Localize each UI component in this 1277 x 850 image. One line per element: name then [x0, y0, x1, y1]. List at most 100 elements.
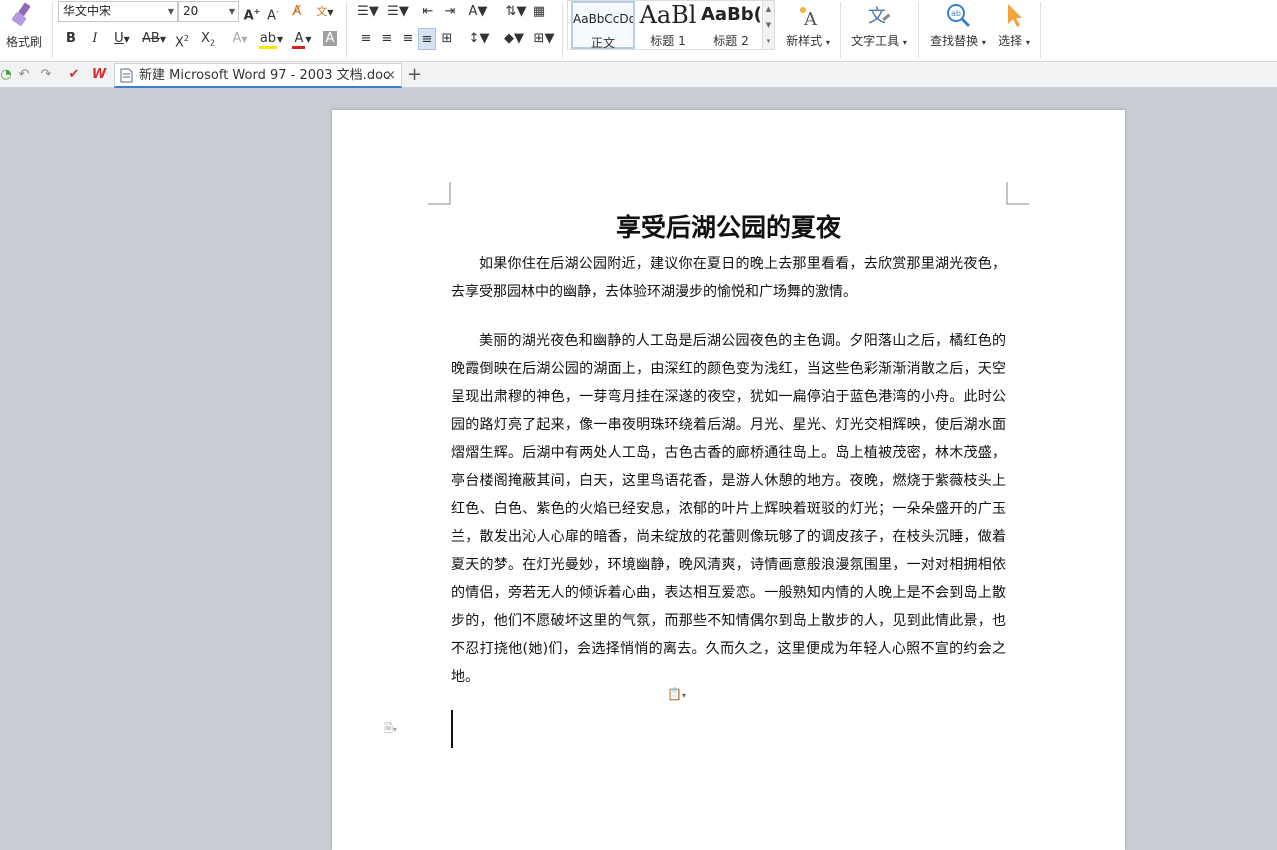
- paste-options-icon[interactable]: 📋▾: [667, 687, 686, 701]
- highlighter-icon: ab: [258, 31, 278, 49]
- bullet-list-icon: ☰: [357, 4, 369, 19]
- svg-text:文: 文: [868, 6, 886, 27]
- align-center-button[interactable]: ≡: [378, 28, 396, 50]
- shading-button[interactable]: ◆▼: [500, 28, 528, 50]
- highlight-button[interactable]: ab▼: [256, 28, 286, 50]
- numbered-list-button[interactable]: ☰▼: [384, 1, 412, 23]
- font-color-icon: A: [292, 31, 306, 49]
- expand-icon: ▾: [766, 37, 771, 45]
- distributed-button[interactable]: ⊞: [438, 28, 456, 50]
- font-name-value: 华文中宋: [63, 4, 112, 18]
- style-gallery-scroller[interactable]: ▲ ▼ ▾: [762, 1, 774, 49]
- text-tools-button[interactable]: 文 文字工具 ▾: [846, 0, 912, 58]
- text-direction-button[interactable]: A▼: [464, 1, 492, 23]
- phonetic-guide-button[interactable]: 文▼: [311, 1, 339, 23]
- format-painter-icon: [10, 2, 36, 34]
- svg-text:A: A: [803, 9, 818, 28]
- bullet-list-button[interactable]: ☰▼: [354, 1, 382, 23]
- format-painter-button[interactable]: 格式刷: [0, 0, 48, 58]
- style-preview: AaBb(: [701, 4, 761, 25]
- separator: [840, 2, 841, 58]
- new-style-button[interactable]: A 新样式 ▾: [780, 0, 836, 58]
- text-tools-label: 文字工具 ▾: [851, 34, 907, 48]
- grow-font-button[interactable]: A+: [242, 1, 262, 23]
- font-name-combo[interactable]: 华文中宋 ▼: [58, 1, 178, 22]
- style-name: 正文: [590, 36, 615, 50]
- text-cursor: [451, 710, 453, 748]
- sort-button[interactable]: ⇅▼: [502, 1, 530, 23]
- char-shading-button[interactable]: A: [320, 28, 340, 50]
- redo-icon[interactable]: ↷: [38, 65, 54, 85]
- strikethrough-button[interactable]: AB▼: [140, 28, 168, 50]
- bold-button[interactable]: B: [62, 28, 80, 50]
- char-shading-icon: A: [322, 31, 338, 46]
- document-page[interactable]: 享受后湖公园的夏夜 如果你住在后湖公园附近，建议你在夏日的晚上去那里看看，去欣赏…: [332, 110, 1125, 850]
- align-left-icon: ≡: [360, 31, 372, 46]
- underline-button[interactable]: U▼: [108, 28, 136, 50]
- outdent-icon: ⇤: [422, 4, 434, 19]
- shrink-font-button[interactable]: A-: [263, 1, 283, 23]
- style-name: 标题 2: [713, 34, 749, 48]
- chevron-up-icon: ▲: [765, 5, 772, 13]
- margin-corner-top-left: [428, 182, 451, 205]
- paragraph[interactable]: 如果你住在后湖公园附近，建议你在夏日的晚上去那里看看，去欣赏那里湖光夜色，去享受…: [451, 250, 1006, 306]
- find-replace-label: 查找替换 ▾: [930, 34, 986, 48]
- align-right-button[interactable]: ≡: [399, 28, 417, 50]
- font-size-combo[interactable]: 20 ▼: [178, 1, 239, 22]
- indent-icon: ⇥: [444, 4, 456, 19]
- clear-format-icon[interactable]: A̸: [287, 1, 307, 23]
- style-name: 标题 1: [650, 34, 686, 48]
- select-label: 选择 ▾: [998, 34, 1030, 48]
- new-tab-button[interactable]: +: [407, 64, 422, 86]
- justify-button[interactable]: ≡: [418, 28, 436, 50]
- wps-logo-icon[interactable]: W: [88, 65, 110, 85]
- increase-indent-button[interactable]: ⇥: [440, 1, 460, 23]
- line-spacing-button[interactable]: ↕▼: [465, 28, 493, 50]
- ribbon-toolbar: 格式刷 华文中宋 ▼ 20 ▼ A+ A- A̸ 文▼ B I U▼ AB▼ X…: [0, 0, 1277, 62]
- style-heading-2[interactable]: AaBb( 标题 2: [701, 1, 761, 49]
- customize-quick-access-icon[interactable]: ✔: [66, 65, 82, 85]
- sort-icon: ⇅: [505, 4, 517, 19]
- document-tab-bar: ◔ ↶ ↷ ✔ W 新建 Microsoft Word 97 - 2003 文档…: [0, 62, 1277, 88]
- font-size-value: 20: [183, 4, 199, 18]
- justify-icon: ≡: [421, 32, 433, 47]
- borders-icon: ⊞: [533, 31, 545, 46]
- separator: [1040, 2, 1041, 58]
- style-preview: AaBl: [639, 1, 697, 29]
- align-left-button[interactable]: ≡: [357, 28, 375, 50]
- chevron-down-icon: ▼: [167, 7, 174, 16]
- distributed-icon: ⊞: [441, 31, 453, 46]
- close-icon[interactable]: ×: [385, 64, 396, 87]
- find-replace-button[interactable]: ab 查找替换 ▾: [924, 0, 992, 58]
- preview-icon[interactable]: ◔: [0, 65, 12, 85]
- superscript-button[interactable]: X2: [172, 28, 192, 50]
- font-color-button[interactable]: A ▼: [288, 28, 316, 50]
- subscript-button[interactable]: X2: [198, 28, 218, 50]
- paint-bucket-icon: ◆: [504, 31, 514, 46]
- table-insert-button[interactable]: ▦: [530, 1, 548, 23]
- separator: [52, 2, 53, 58]
- decrease-indent-button[interactable]: ⇤: [418, 1, 438, 23]
- new-style-icon: A: [795, 2, 821, 30]
- undo-icon[interactable]: ↶: [16, 65, 32, 85]
- borders-button[interactable]: ⊞▼: [530, 28, 558, 50]
- numbered-list-icon: ☰: [387, 4, 399, 19]
- style-gallery: AaBbCcDd 正文 AaBl 标题 1 AaBb( 标题 2 ▲ ▼ ▾: [567, 0, 775, 50]
- paragraph[interactable]: 美丽的湖光夜色和幽静的人工岛是后湖公园夜色的主色调。夕阳落山之后，橘红色的晚霞倒…: [451, 327, 1006, 691]
- tab-document[interactable]: 新建 Microsoft Word 97 - 2003 文档.doc ×: [114, 63, 402, 88]
- format-painter-label: 格式刷: [5, 35, 42, 49]
- style-normal[interactable]: AaBbCcDd 正文: [571, 1, 635, 50]
- chevron-down-icon: ▼: [765, 21, 772, 29]
- italic-button[interactable]: I: [86, 28, 104, 50]
- cursor-arrow-icon: [1001, 2, 1027, 28]
- grid-icon: ▦: [532, 4, 546, 19]
- style-heading-1[interactable]: AaBl 标题 1: [637, 1, 699, 49]
- document-title[interactable]: 享受后湖公园的夏夜: [332, 208, 1125, 244]
- paragraph-layout-icon[interactable]: 🗎▾: [384, 720, 397, 739]
- text-effect-button[interactable]: A▼: [226, 28, 254, 50]
- tab-document-title: 新建 Microsoft Word 97 - 2003 文档.doc: [139, 68, 391, 83]
- select-button[interactable]: 选择 ▾: [994, 0, 1034, 58]
- document-icon: [120, 68, 133, 87]
- find-replace-icon: ab: [945, 2, 971, 28]
- separator: [346, 2, 347, 58]
